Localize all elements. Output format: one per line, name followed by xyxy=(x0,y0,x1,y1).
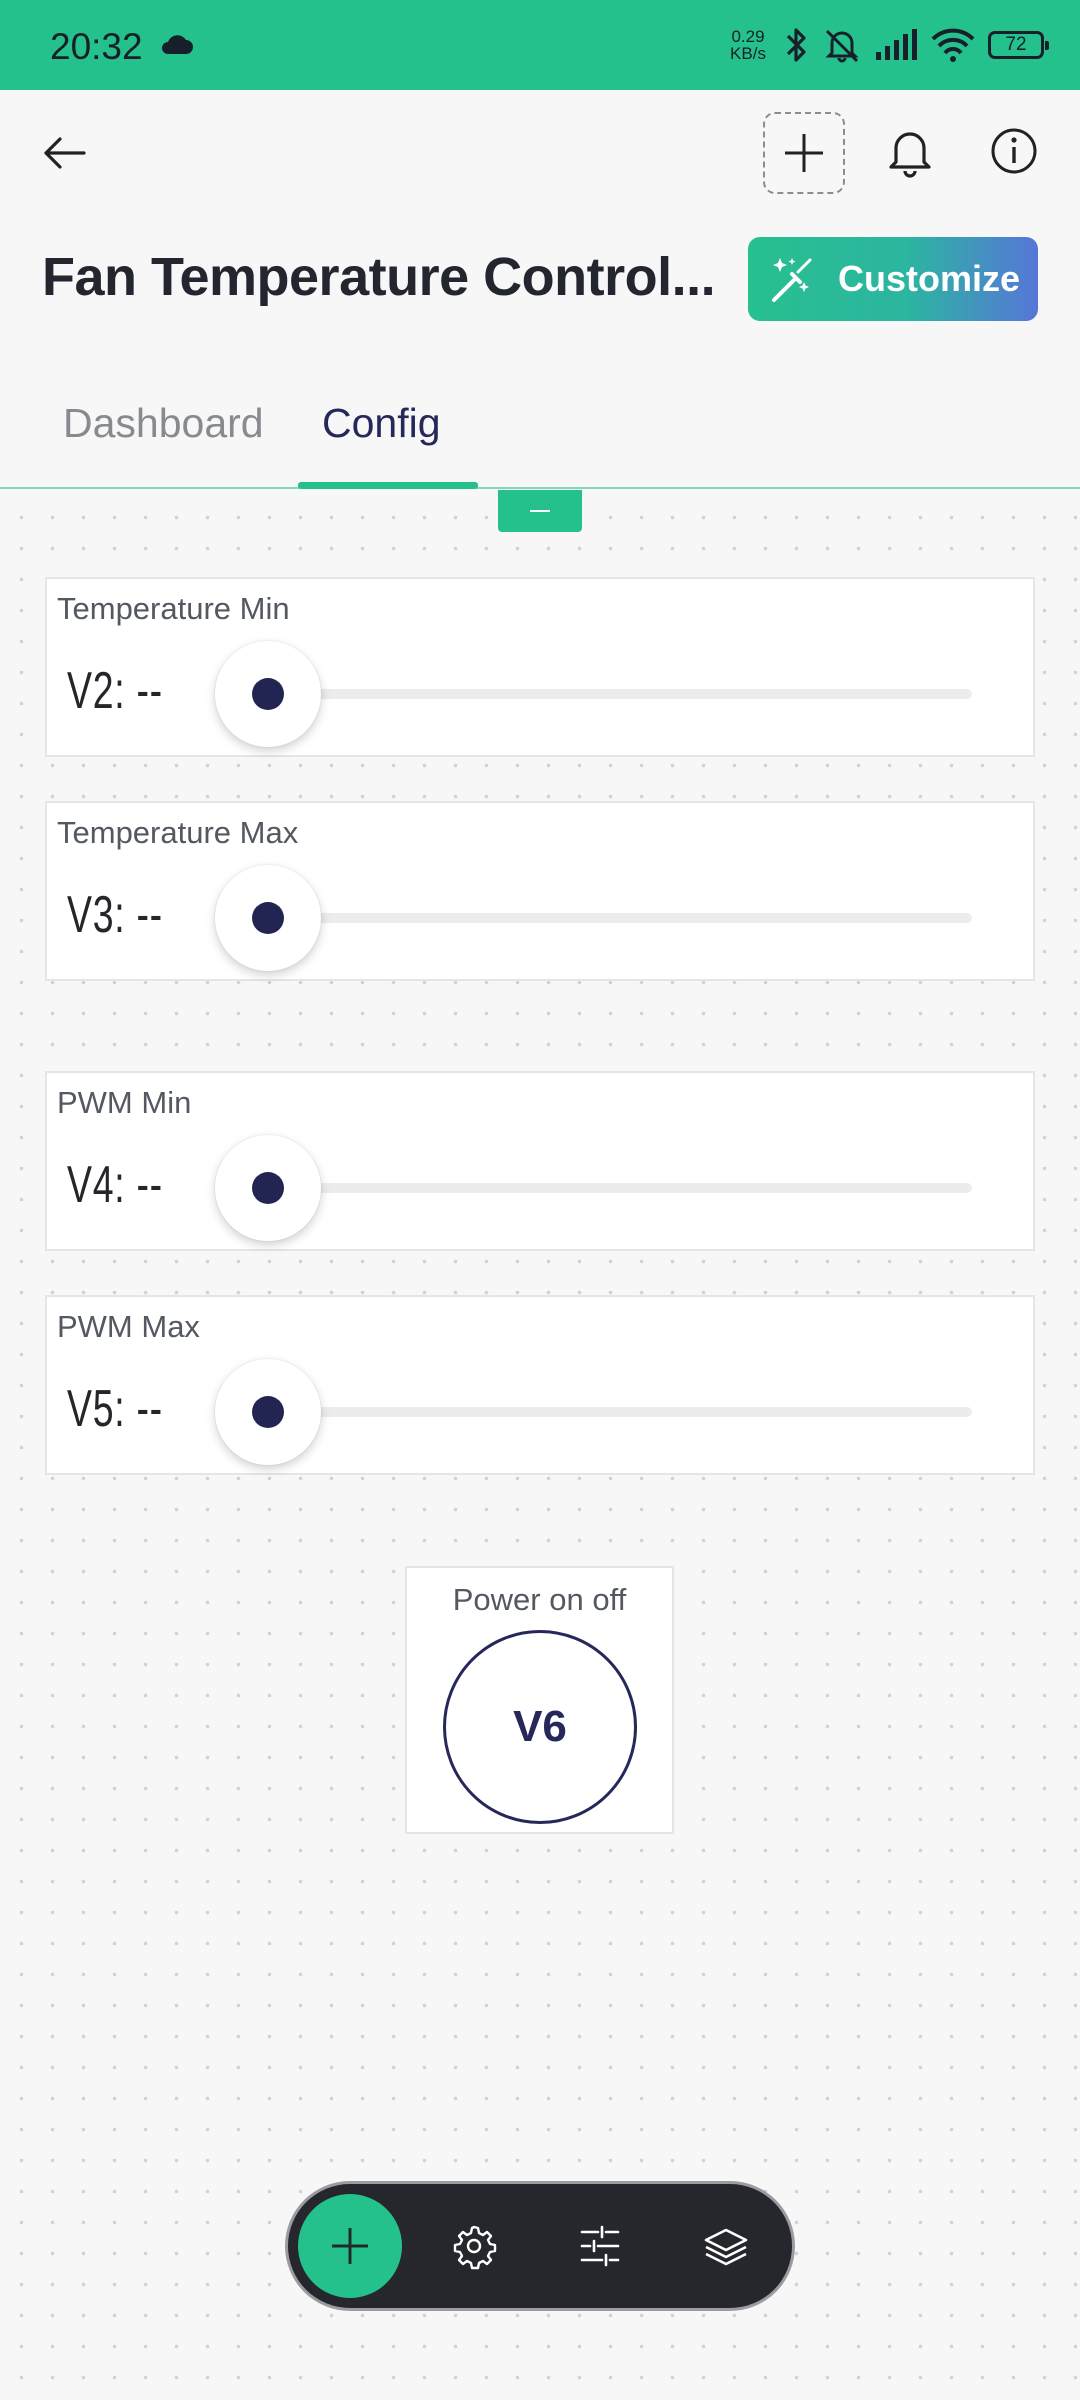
widget-label: Power on off xyxy=(452,1582,627,1617)
cloud-icon xyxy=(162,35,193,54)
slider-widget-pwm-max: PWM Max V5: -- xyxy=(45,1295,1035,1475)
tab-config[interactable]: Config xyxy=(322,400,441,447)
active-tab-indicator xyxy=(298,482,478,489)
mute-bell-icon xyxy=(825,29,859,63)
layers-icon xyxy=(704,2228,748,2266)
pin-value: V3: -- xyxy=(67,886,163,944)
slider-track[interactable] xyxy=(267,913,972,923)
slider-track[interactable] xyxy=(267,689,972,699)
settings-button[interactable] xyxy=(444,2216,504,2276)
layers-button[interactable] xyxy=(696,2216,756,2276)
collapse-handle[interactable] xyxy=(498,490,582,532)
slider-track[interactable] xyxy=(267,1407,972,1417)
page-title: Fan Temperature Control... xyxy=(42,247,716,307)
slider-track[interactable] xyxy=(267,1183,972,1193)
plus-icon xyxy=(332,2228,368,2264)
minus-icon xyxy=(530,510,550,512)
tab-dashboard[interactable]: Dashboard xyxy=(63,400,264,447)
pin-value: V2: -- xyxy=(67,662,163,720)
bluetooth-icon xyxy=(786,28,806,62)
status-icons: 0.29 KB/s 72 xyxy=(724,22,1049,68)
back-arrow-icon[interactable] xyxy=(40,128,90,178)
slider-widget-pwm-min: PWM Min V4: -- xyxy=(45,1071,1035,1251)
slider-handle[interactable] xyxy=(215,1135,321,1241)
slider-widget-temperature-min: Temperature Min V2: -- xyxy=(45,577,1035,757)
bottom-toolbar xyxy=(288,2184,792,2308)
slider-dot xyxy=(252,678,284,710)
gear-icon xyxy=(453,2225,497,2270)
info-icon[interactable] xyxy=(989,126,1039,176)
pin-value: V5: -- xyxy=(67,1380,163,1438)
add-widget-button[interactable] xyxy=(763,112,845,194)
plus-icon xyxy=(785,134,823,172)
pin-value: V4: -- xyxy=(67,1156,163,1214)
slider-dot xyxy=(252,1396,284,1428)
battery-indicator: 72 xyxy=(988,31,1049,59)
customize-label: Customize xyxy=(838,258,1021,299)
widget-label: Temperature Max xyxy=(57,815,299,850)
bell-icon[interactable] xyxy=(884,124,936,180)
widget-label: PWM Max xyxy=(57,1309,200,1344)
tab-divider xyxy=(0,487,1080,489)
network-speed: 0.29 KB/s xyxy=(730,27,766,63)
slider-handle[interactable] xyxy=(215,1359,321,1465)
widget-label: Temperature Min xyxy=(57,591,290,626)
datastreams-button[interactable] xyxy=(570,2216,630,2276)
status-time: 20:32 xyxy=(50,26,143,67)
power-button-widget: Power on off V6 xyxy=(405,1566,674,1834)
wifi-icon xyxy=(931,28,975,62)
slider-widget-temperature-max: Temperature Max V3: -- xyxy=(45,801,1035,981)
slider-handle[interactable] xyxy=(215,865,321,971)
customize-button[interactable]: Customize xyxy=(748,237,1038,321)
add-button[interactable] xyxy=(298,2194,402,2298)
signal-icon xyxy=(876,29,917,60)
magic-wand-icon xyxy=(772,258,812,302)
widget-label: PWM Min xyxy=(57,1085,192,1120)
slider-dot xyxy=(252,902,284,934)
power-button[interactable]: V6 xyxy=(443,1630,637,1824)
slider-handle[interactable] xyxy=(215,641,321,747)
sliders-icon xyxy=(580,2225,620,2267)
slider-dot xyxy=(252,1172,284,1204)
status-bar: 20:32 0.29 KB/s 72 xyxy=(0,0,1080,90)
